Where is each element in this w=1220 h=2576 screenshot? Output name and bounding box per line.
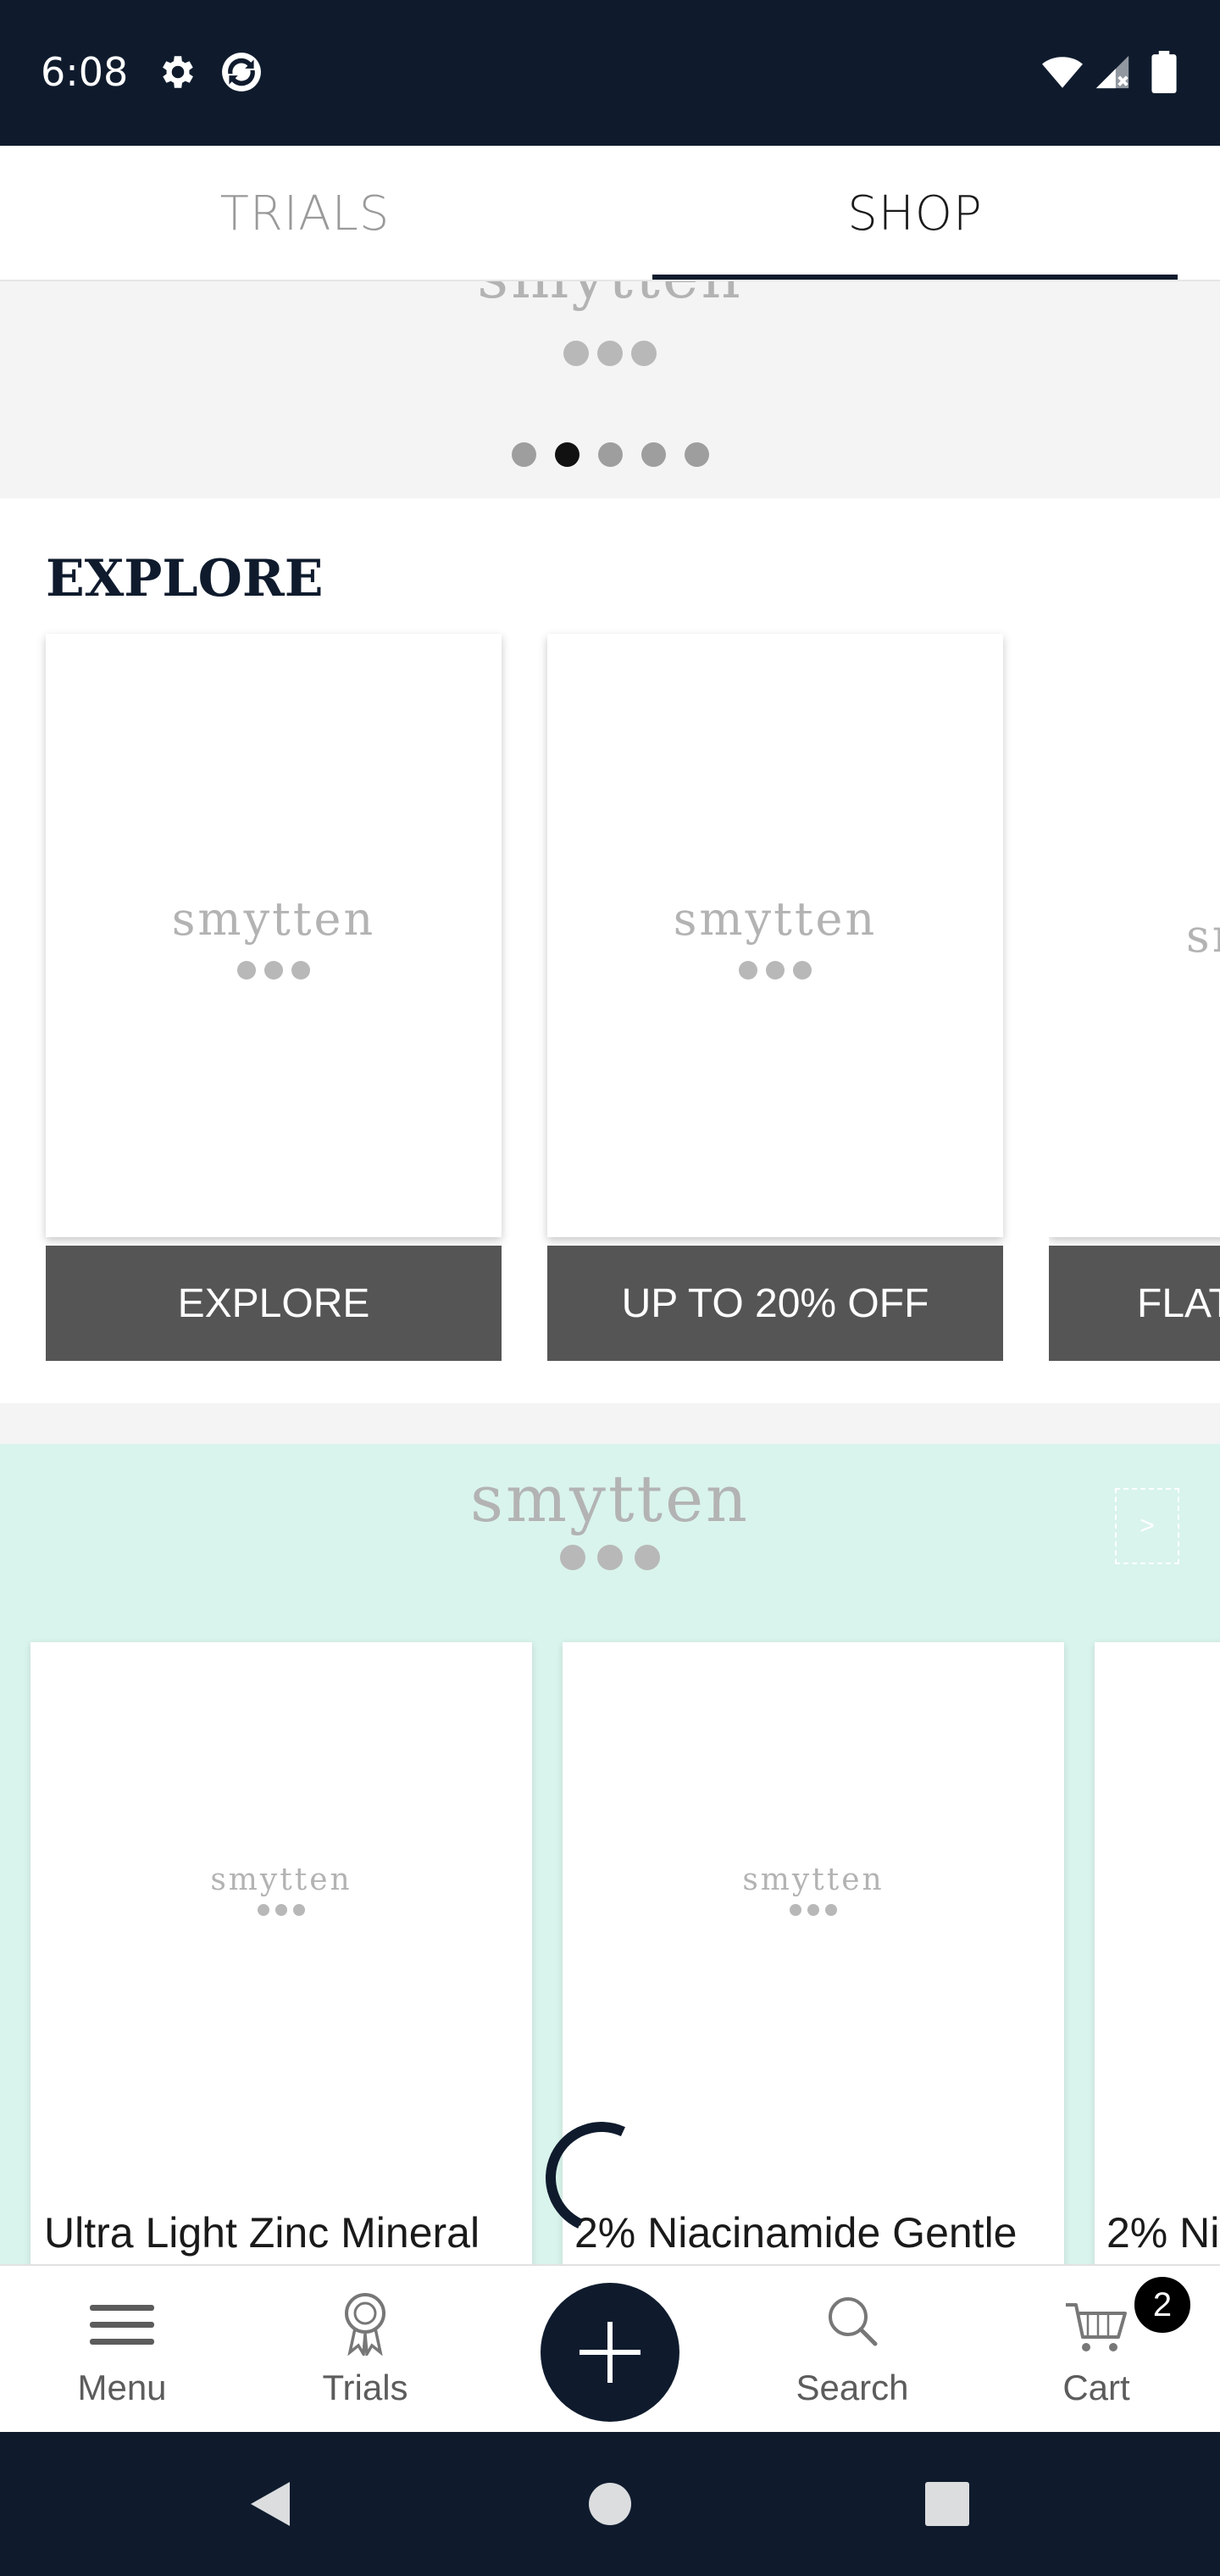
plus-icon [580, 2322, 640, 2383]
rail-logo-placeholder: smytten [469, 1461, 750, 1536]
signal-icon [1095, 55, 1129, 89]
sync-icon [222, 53, 261, 92]
system-home-button[interactable] [542, 2432, 678, 2576]
promo-banner-carousel[interactable]: smytten [0, 281, 1220, 498]
back-triangle-icon [251, 2482, 290, 2526]
explore-card[interactable]: smytten UP TO 20% OFF [547, 634, 1003, 1361]
explore-card-image: sm [1049, 634, 1220, 1237]
rail-header: smytten [0, 1461, 1220, 1570]
pager-dot[interactable] [597, 442, 623, 467]
pager-dot[interactable] [684, 442, 709, 467]
tab-trials[interactable]: TRIALS [0, 146, 610, 281]
explore-card[interactable]: sm FLAT [1049, 634, 1220, 1361]
loading-dots-icon [0, 341, 1220, 366]
settings-icon [163, 56, 193, 88]
explore-card[interactable]: smytten EXPLORE [46, 634, 502, 1361]
tab-shop[interactable]: SHOP [610, 146, 1220, 281]
explore-card-label[interactable]: UP TO 20% OFF [547, 1246, 1003, 1361]
cart-icon [1066, 2303, 1127, 2351]
system-back-button[interactable] [203, 2432, 339, 2576]
system-nav-bar [0, 2432, 1220, 2576]
loading-dots-icon [30, 1904, 532, 1916]
product-image-placeholder: smytten [563, 1863, 1064, 1916]
product-card[interactable]: 2% Ni [1095, 1642, 1220, 2264]
nav-menu-label: Menu [77, 2368, 167, 2407]
product-image-placeholder: smytten [30, 1863, 532, 1916]
menu-icon [90, 2305, 154, 2345]
cart-count-badge: 2 [1132, 2274, 1193, 2335]
explore-section: EXPLORE smytten EXPLORE smytten UP TO 20… [0, 498, 1220, 1403]
loading-dots-icon [0, 1545, 1220, 1570]
explore-card-label[interactable]: EXPLORE [46, 1246, 502, 1361]
loading-dots-icon [739, 960, 812, 980]
loading-dots-icon [237, 960, 310, 980]
status-time: 6:08 [41, 49, 129, 95]
nav-search[interactable]: Search [768, 2266, 937, 2434]
product-card[interactable]: smytten Ultra Light Zinc Mineral [30, 1642, 532, 2264]
battery-icon [1151, 51, 1177, 93]
nav-cart-label: Cart [1062, 2368, 1130, 2407]
carousel-pager [0, 442, 1220, 467]
top-tabs: TRIALS SHOP [0, 146, 1220, 281]
product-logo-placeholder: smytten [742, 1863, 884, 1897]
rail-next-button[interactable]: > [1115, 1488, 1179, 1564]
award-icon [345, 2293, 385, 2356]
add-button[interactable] [541, 2283, 679, 2422]
nav-search-label: Search [796, 2368, 909, 2407]
explore-card-label[interactable]: FLAT [1049, 1246, 1220, 1361]
home-circle-icon [589, 2483, 631, 2525]
system-recents-button[interactable] [879, 2432, 1015, 2576]
explore-title: EXPLORE [46, 549, 324, 608]
product-name[interactable]: 2% Ni [1106, 2208, 1219, 2257]
card-logo-placeholder: smytten [171, 891, 376, 946]
explore-card-image: smytten [547, 634, 1003, 1237]
pager-dot[interactable] [511, 442, 536, 467]
search-icon [829, 2297, 878, 2346]
nav-trials-label: Trials [322, 2368, 408, 2407]
card-logo-placeholder: smytten [673, 891, 878, 946]
status-bar: 6:08 [0, 0, 1220, 146]
card-logo-placeholder: sm [1186, 908, 1220, 963]
active-tab-indicator [652, 275, 1178, 280]
pager-dot-active[interactable] [554, 442, 580, 467]
nav-menu[interactable]: Menu [37, 2266, 207, 2434]
product-logo-placeholder: smytten [210, 1863, 352, 1897]
product-name[interactable]: Ultra Light Zinc Mineral [44, 2208, 480, 2257]
banner-logo-placeholder: smytten [477, 281, 743, 312]
section-divider [0, 1403, 1220, 1444]
pager-dot[interactable] [640, 442, 666, 467]
recents-square-icon [925, 2482, 969, 2526]
nav-trials[interactable]: Trials [280, 2266, 450, 2434]
explore-card-image: smytten [46, 634, 502, 1237]
wifi-icon [1042, 57, 1083, 88]
loading-dots-icon [563, 1904, 1064, 1916]
bottom-nav: Menu Trials Search Cart [0, 2264, 1220, 2432]
